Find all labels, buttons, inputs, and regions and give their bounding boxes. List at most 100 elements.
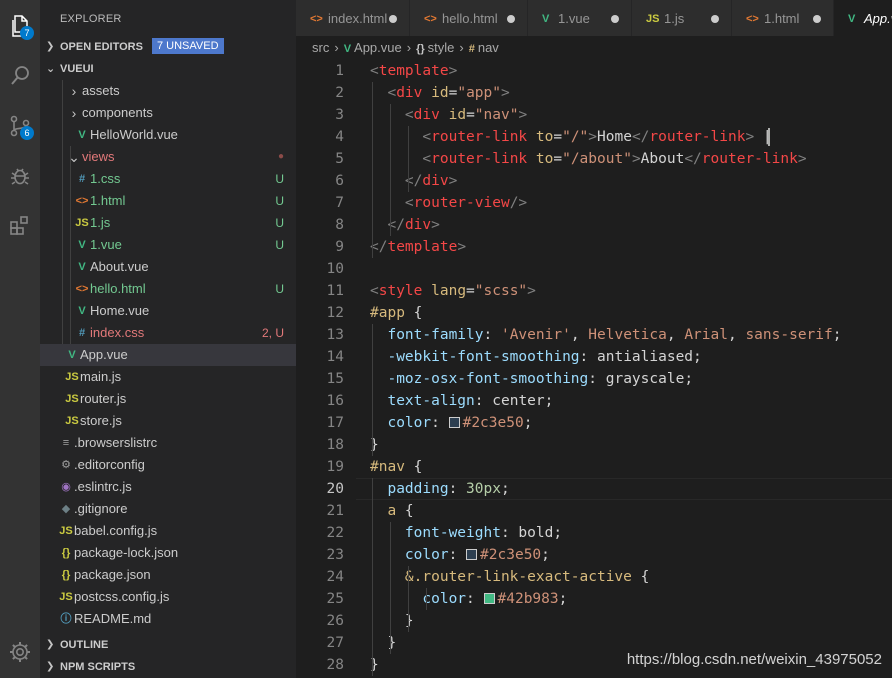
tree-item[interactable]: ⌄ views ● xyxy=(40,146,296,168)
json-file-icon: {} xyxy=(61,569,71,581)
tree-item[interactable]: JS store.js xyxy=(40,410,296,432)
code-line: <router-link to="/about">About</router-l… xyxy=(422,151,807,167)
color-swatch-icon[interactable] xyxy=(483,593,495,604)
html-file-icon: <> xyxy=(424,13,437,25)
project-header[interactable]: ⌄ VUEUI xyxy=(40,58,296,80)
breadcrumb-item[interactable]: style xyxy=(428,40,455,55)
unsaved-dot-icon[interactable] xyxy=(507,15,515,23)
breadcrumb-item[interactable]: src xyxy=(312,40,329,55)
tree-item[interactable]: V About.vue xyxy=(40,256,296,278)
color-swatch-icon[interactable] xyxy=(448,417,460,428)
git-status: U xyxy=(275,216,284,230)
outline-label: OUTLINE xyxy=(60,639,109,651)
tree-item-label: Home.vue xyxy=(90,303,150,318)
search-activity[interactable] xyxy=(0,56,40,96)
tree-item[interactable]: <> 1.html U xyxy=(40,190,296,212)
breadcrumb-item[interactable]: App.vue xyxy=(354,40,402,55)
tree-item[interactable]: # index.css 2, U xyxy=(40,322,296,344)
git-status: U xyxy=(275,238,284,252)
breadcrumb-item[interactable]: nav xyxy=(478,40,499,55)
tab-1-html[interactable]: <> 1.html xyxy=(732,0,834,36)
source-control-activity[interactable]: 6 xyxy=(0,106,40,146)
tree-item-label: .gitignore xyxy=(74,501,128,516)
info-file-icon: ⓘ xyxy=(60,613,72,625)
line-number: 24 xyxy=(326,569,344,585)
tree-item[interactable]: {} package-lock.json xyxy=(40,542,296,564)
css-file-icon: # xyxy=(78,327,86,339)
explorer-activity[interactable]: 7 xyxy=(0,6,40,46)
tab-label: 1.js xyxy=(664,11,685,26)
unsaved-dot-icon[interactable] xyxy=(711,15,719,23)
code-line: </template> xyxy=(370,239,467,255)
css-file-icon: # xyxy=(78,173,86,185)
code-line: </div> xyxy=(387,217,440,233)
tree-item[interactable]: V HelloWorld.vue xyxy=(40,124,296,146)
unsaved-dot-icon[interactable] xyxy=(389,15,397,23)
tree-item-label: package-lock.json xyxy=(74,545,179,560)
tree-item[interactable]: JS 1.js U xyxy=(40,212,296,234)
vue-file-icon: V xyxy=(78,305,86,317)
unsaved-dot-icon[interactable] xyxy=(813,15,821,23)
tab-1-js[interactable]: JS 1.js xyxy=(632,0,732,36)
tree-item[interactable]: ⓘ README.md xyxy=(40,608,296,630)
chevron-right-icon: ❯ xyxy=(46,41,55,52)
line-number: 10 xyxy=(326,261,344,277)
tree-item[interactable]: › components xyxy=(40,102,296,124)
tree-item[interactable]: JS postcss.config.js xyxy=(40,586,296,608)
tree-item[interactable]: JS babel.config.js xyxy=(40,520,296,542)
tab-label: index.html xyxy=(328,11,388,26)
tree-item-label: .eslintrc.js xyxy=(74,479,132,494)
tree-item-label: About.vue xyxy=(90,259,149,274)
line-number: 21 xyxy=(326,503,344,519)
outline-header[interactable]: ❯ OUTLINE xyxy=(40,634,296,656)
tree-item[interactable]: › assets xyxy=(40,80,296,102)
vue-file-icon: V xyxy=(78,261,86,273)
js-file-icon: JS xyxy=(59,591,73,603)
vue-file-icon: V xyxy=(848,13,856,25)
unsaved-dot-icon[interactable] xyxy=(611,15,619,23)
npm-scripts-header[interactable]: ❯ NPM SCRIPTS xyxy=(40,656,296,678)
unsaved-badge: 7 UNSAVED xyxy=(152,38,224,54)
indent-guide xyxy=(372,82,373,258)
tab-App-vue[interactable]: V App.vue xyxy=(834,0,892,36)
chevron-down-icon: ⌄ xyxy=(46,63,56,75)
tree-item-label: README.md xyxy=(74,611,152,626)
chevron-right-icon: › xyxy=(71,83,77,99)
vue-file-icon: V xyxy=(542,13,550,25)
code-editor[interactable]: 1 2 3 4 5 6 7 8 9 10 11 12 13 14 15 16 17 18 19 20 21 22 23 24 2… xyxy=(296,60,892,678)
tree-item[interactable]: JS main.js xyxy=(40,366,296,388)
tree-item-label: 1.html xyxy=(90,193,126,208)
tree-item-label: index.css xyxy=(90,325,145,340)
code-line: <style lang="scss"> xyxy=(370,283,536,299)
tab-1-vue[interactable]: V 1.vue xyxy=(528,0,632,36)
line-number: 12 xyxy=(326,305,344,321)
code-line: } xyxy=(387,635,397,651)
tree-item[interactable]: V Home.vue xyxy=(40,300,296,322)
open-editors-header[interactable]: ❯ OPEN EDITORS 7 UNSAVED xyxy=(40,36,296,58)
tree-item[interactable]: ◆ .gitignore xyxy=(40,498,296,520)
tree-item[interactable]: V 1.vue U xyxy=(40,234,296,256)
tree-item-label: assets xyxy=(82,83,120,98)
git-status: U xyxy=(275,282,284,296)
line-number: 7 xyxy=(335,195,344,211)
color-swatch-icon[interactable] xyxy=(466,549,478,560)
tree-item[interactable]: <> hello.html U xyxy=(40,278,296,300)
js-file-icon: JS xyxy=(65,393,79,405)
line-number: 15 xyxy=(326,371,344,387)
tab-index-html[interactable]: <> index.html xyxy=(296,0,410,36)
tree-item[interactable]: ⚙ .editorconfig xyxy=(40,454,296,476)
tree-item-label: postcss.config.js xyxy=(74,589,170,604)
line-number: 28 xyxy=(326,657,344,673)
tab-hello-html[interactable]: <> hello.html xyxy=(410,0,528,36)
tree-item[interactable]: JS router.js xyxy=(40,388,296,410)
tree-item[interactable]: V App.vue xyxy=(40,344,296,366)
vue-file-icon: V xyxy=(68,349,76,361)
manage-activity[interactable] xyxy=(0,632,40,672)
tree-item[interactable]: {} package.json xyxy=(40,564,296,586)
extensions-activity[interactable] xyxy=(0,206,40,246)
debug-activity[interactable] xyxy=(0,156,40,196)
tree-item[interactable]: #1.css U xyxy=(40,168,296,190)
tab-label: 1.html xyxy=(764,11,800,26)
tree-item[interactable]: ≡ .browserslistrc xyxy=(40,432,296,454)
tree-item[interactable]: ◉ .eslintrc.js xyxy=(40,476,296,498)
